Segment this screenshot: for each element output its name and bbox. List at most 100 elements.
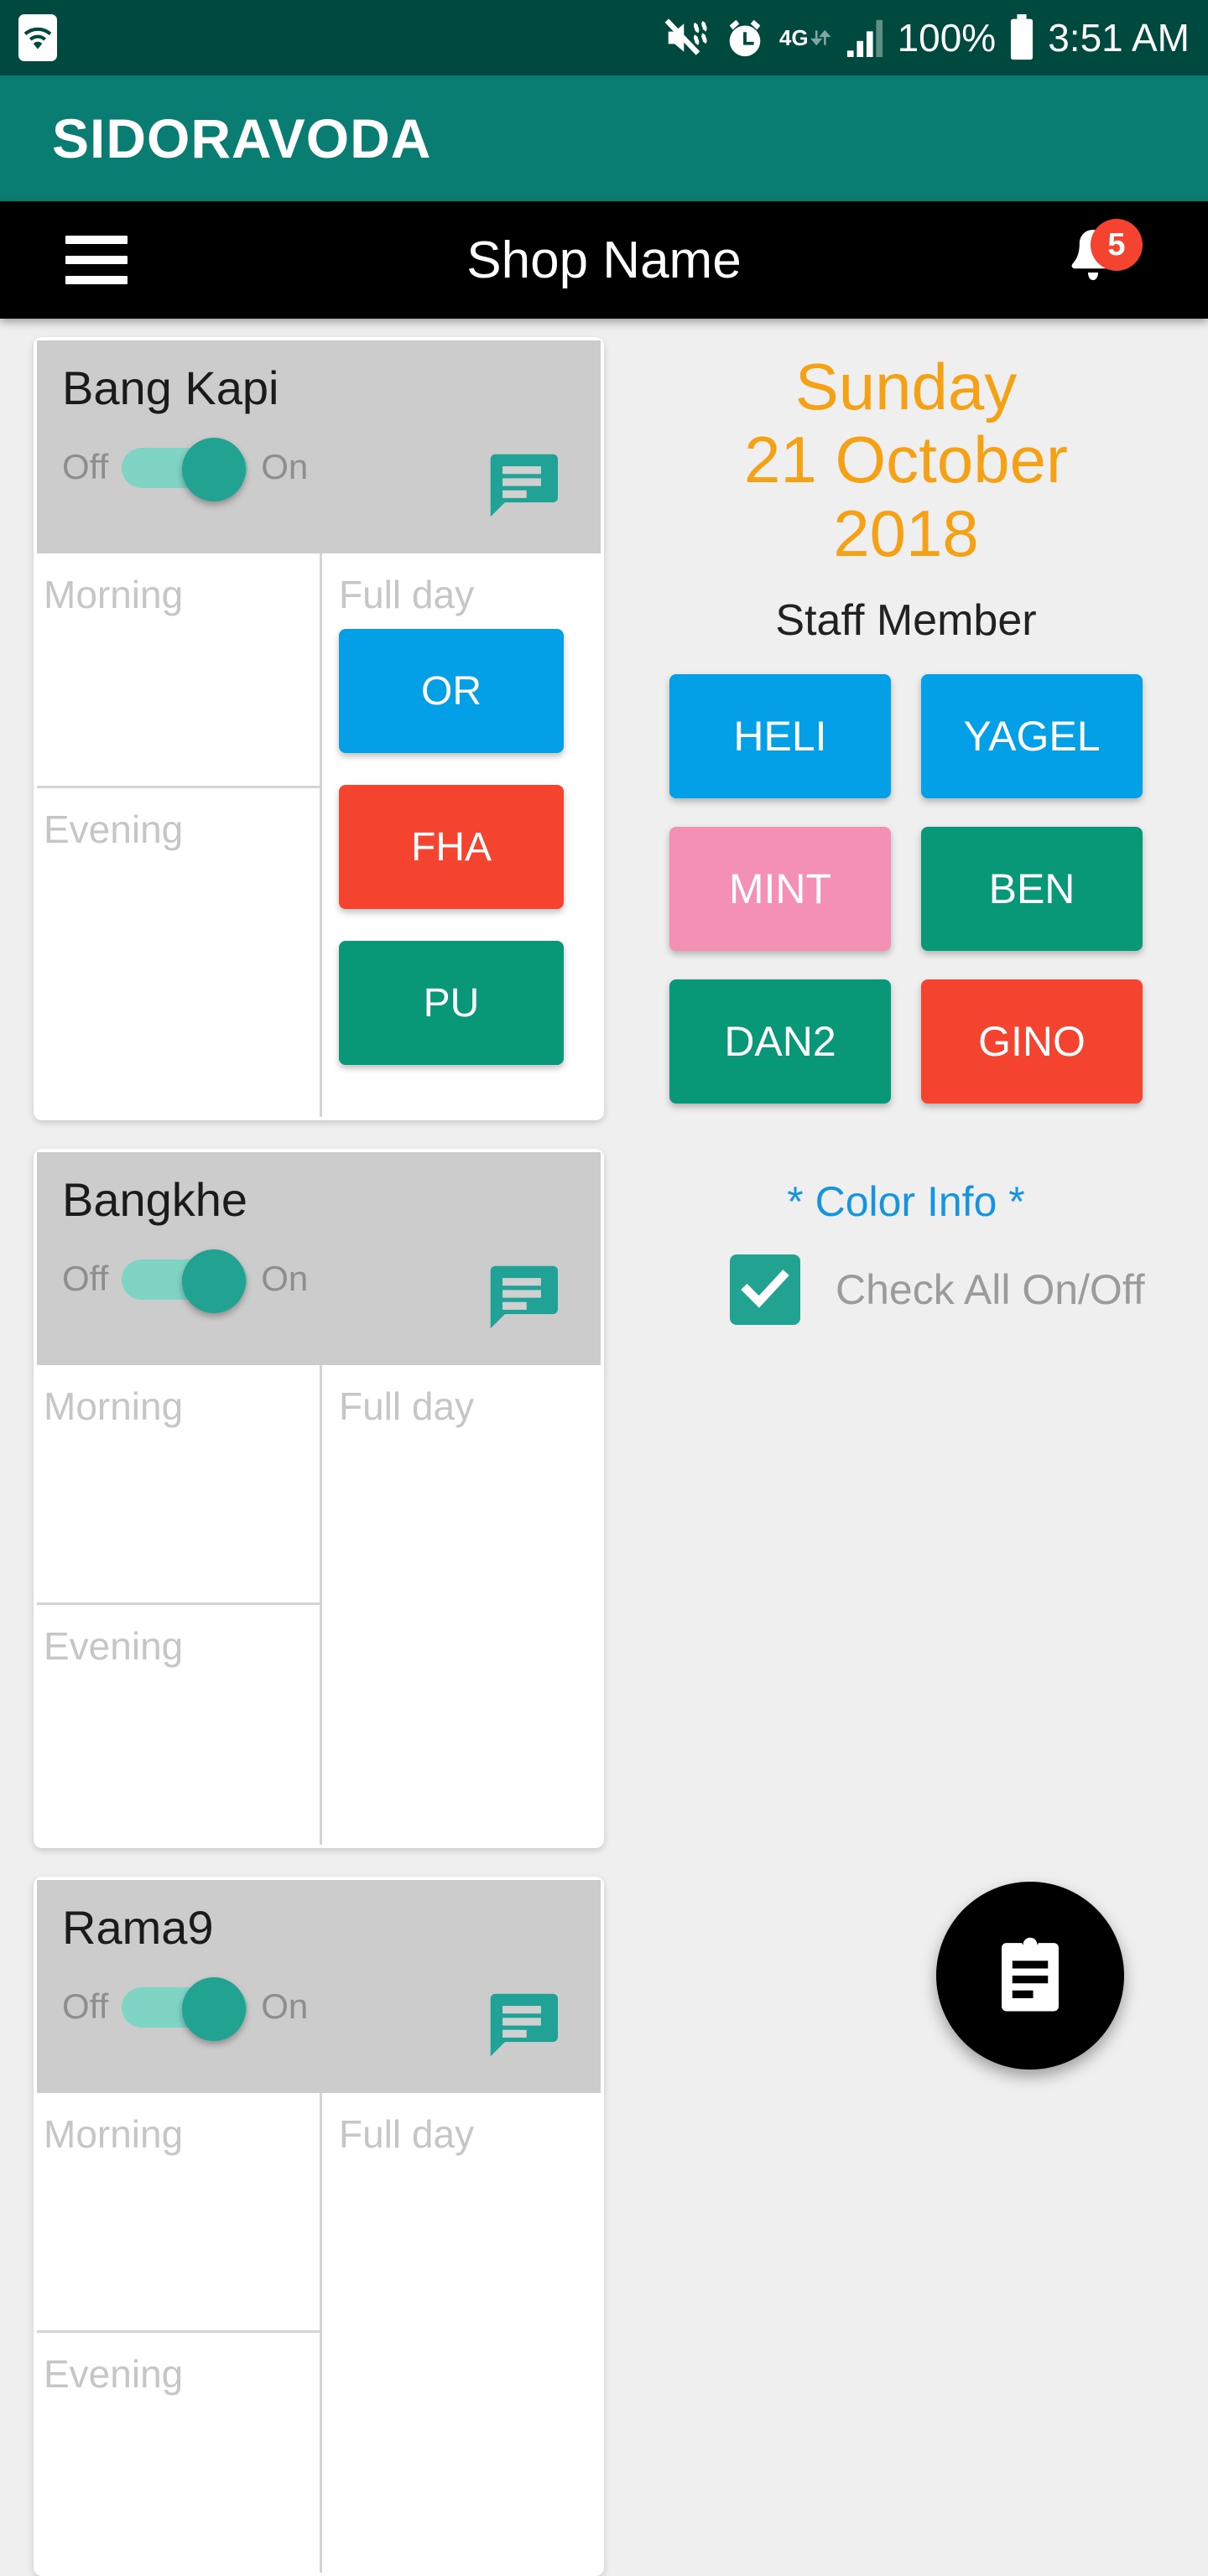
hamburger-menu-icon[interactable] bbox=[65, 236, 128, 284]
shop-card[interactable]: Bang Kapi Off On Morning Evening Full da… bbox=[34, 337, 604, 1120]
shop-card-body: Morning Evening Full day OR FHA PU bbox=[37, 553, 601, 1117]
chip-label: FHA bbox=[411, 824, 492, 870]
color-info-link[interactable]: * Color Info * bbox=[604, 1177, 1208, 1226]
shift-slot-morning[interactable]: Morning bbox=[37, 1365, 320, 1605]
clipboard-list-icon bbox=[1002, 1937, 1059, 2012]
toggle-off-label: Off bbox=[62, 1986, 109, 2026]
shop-card-body: Morning Evening Full day bbox=[37, 1365, 601, 1845]
toggle-thumb bbox=[182, 1249, 247, 1313]
chip-label: PU bbox=[423, 980, 480, 1026]
shop-card[interactable]: Bangkhe Off On Morning Evening Full day bbox=[34, 1149, 604, 1848]
chip-label: OR bbox=[421, 668, 482, 714]
staff-member-chip[interactable]: YAGEL bbox=[921, 674, 1143, 799]
shift-slot-evening[interactable]: Evening bbox=[37, 788, 320, 1023]
shift-slot-evening[interactable]: Evening bbox=[37, 2333, 320, 2573]
wifi-icon bbox=[18, 14, 57, 61]
toggle-off-label: Off bbox=[62, 446, 109, 486]
fullday-label: Full day bbox=[339, 573, 475, 616]
check-all-checkbox[interactable] bbox=[730, 1254, 800, 1326]
shift-slot-column: Morning Evening bbox=[37, 1365, 322, 1845]
shift-slot-morning[interactable]: Morning bbox=[37, 2093, 320, 2333]
staff-member-label: DAN2 bbox=[724, 1018, 836, 1066]
shop-open-toggle[interactable] bbox=[122, 1976, 248, 2041]
hamburger-bar bbox=[65, 256, 128, 264]
shop-card-body: Morning Evening Full day bbox=[37, 2093, 601, 2573]
message-bubble-icon[interactable] bbox=[483, 449, 560, 522]
battery-icon bbox=[1008, 14, 1036, 61]
shift-slot-morning[interactable]: Morning bbox=[37, 553, 320, 788]
notification-badge: 5 bbox=[1091, 219, 1143, 271]
shift-slot-column: Morning Evening bbox=[37, 553, 322, 1117]
signal-bars-icon bbox=[844, 18, 886, 57]
fullday-column[interactable]: Full day bbox=[322, 1365, 601, 1845]
check-all-row: Check All On/Off bbox=[604, 1254, 1208, 1326]
staff-member-chip[interactable]: GINO bbox=[921, 979, 1143, 1104]
staff-member-chip[interactable]: BEN bbox=[921, 827, 1143, 952]
toggle-thumb bbox=[182, 1976, 247, 2041]
shop-card[interactable]: Rama9 Off On Morning Evening Full day bbox=[34, 1877, 604, 2576]
brand-bar: SIDORAVODA bbox=[0, 75, 1208, 201]
staff-section-heading: Staff Member bbox=[775, 596, 1037, 646]
shop-name: Bang Kapi bbox=[62, 361, 279, 414]
mute-vibrate-icon bbox=[664, 16, 711, 60]
message-bubble-icon[interactable] bbox=[483, 1261, 560, 1333]
date-weekday: Sunday bbox=[794, 350, 1018, 423]
date-year: 2018 bbox=[833, 496, 979, 570]
staff-member-label: YAGEL bbox=[963, 713, 1101, 761]
staff-member-label: GINO bbox=[978, 1018, 1086, 1066]
staff-member-chip[interactable]: MINT bbox=[669, 827, 891, 952]
shop-open-toggle[interactable] bbox=[122, 1249, 248, 1313]
fullday-column[interactable]: Full day bbox=[322, 2093, 601, 2573]
fullday-label: Full day bbox=[339, 2112, 475, 2156]
status-bar-right: 4G 100% 3:51 AM bbox=[664, 14, 1190, 61]
toggle-on-label: On bbox=[261, 446, 309, 486]
staff-member-grid: HELI YAGEL MINT BEN DAN2 GINO bbox=[604, 674, 1208, 1104]
toggle-on-label: On bbox=[261, 1258, 309, 1298]
hamburger-bar bbox=[65, 276, 128, 284]
staff-assignment-chip[interactable]: PU bbox=[339, 941, 564, 1065]
toggle-off-label: Off bbox=[62, 1258, 109, 1298]
staff-assignment-chip[interactable]: FHA bbox=[339, 785, 564, 909]
shift-slot-label: Evening bbox=[44, 808, 184, 851]
shop-card-header: Bangkhe Off On bbox=[37, 1152, 601, 1365]
staff-member-chip[interactable]: HELI bbox=[669, 674, 891, 799]
staff-member-label: HELI bbox=[733, 713, 827, 761]
shift-slot-label: Morning bbox=[44, 1384, 184, 1428]
shop-name: Rama9 bbox=[62, 1901, 214, 1954]
page-title: Shop Name bbox=[466, 231, 742, 289]
date-header: Sunday 21 October 2018 bbox=[604, 350, 1208, 570]
staff-member-chip[interactable]: DAN2 bbox=[669, 979, 891, 1104]
shift-slot-evening[interactable]: Evening bbox=[37, 1605, 320, 1845]
status-bar-left bbox=[18, 14, 57, 61]
fullday-chip-list bbox=[339, 1429, 601, 1441]
shift-slot-label: Evening bbox=[44, 1624, 184, 1668]
shop-card-header: Rama9 Off On bbox=[37, 1880, 601, 2093]
shift-slot-column: Morning Evening bbox=[37, 2093, 322, 2573]
date-day-month: 21 October bbox=[744, 423, 1068, 497]
alarm-clock-icon bbox=[722, 15, 768, 60]
network-type-label: 4G bbox=[778, 25, 809, 50]
fullday-label: Full day bbox=[339, 1384, 475, 1428]
app-brand-title: SIDORAVODA bbox=[52, 107, 432, 169]
status-bar: 4G 100% 3:51 AM bbox=[0, 0, 1208, 75]
fullday-chip-list: OR FHA PU bbox=[339, 617, 601, 1065]
fullday-chip-list bbox=[339, 2157, 601, 2168]
shop-card-header: Bang Kapi Off On bbox=[37, 340, 601, 553]
4g-data-icon: 4G bbox=[779, 27, 832, 49]
notification-button[interactable]: 5 bbox=[1047, 214, 1143, 306]
toggle-on-label: On bbox=[261, 1986, 309, 2026]
fullday-column[interactable]: Full day OR FHA PU bbox=[322, 553, 601, 1117]
shift-slot-label: Evening bbox=[44, 2352, 184, 2396]
staff-member-label: MINT bbox=[728, 865, 832, 913]
shop-open-toggle[interactable] bbox=[122, 437, 248, 501]
staff-member-label: BEN bbox=[988, 865, 1075, 913]
main-content: Bang Kapi Off On Morning Evening Full da… bbox=[0, 319, 1208, 2576]
report-fab-button[interactable] bbox=[936, 1882, 1124, 2070]
clock-time-label: 3:51 AM bbox=[1048, 16, 1190, 60]
toggle-thumb bbox=[182, 437, 247, 501]
check-all-label: Check All On/Off bbox=[836, 1266, 1145, 1314]
message-bubble-icon[interactable] bbox=[483, 1989, 560, 2061]
shop-card-list: Bang Kapi Off On Morning Evening Full da… bbox=[0, 337, 604, 2576]
staff-assignment-chip[interactable]: OR bbox=[339, 629, 564, 753]
data-arrows-icon bbox=[810, 27, 832, 49]
